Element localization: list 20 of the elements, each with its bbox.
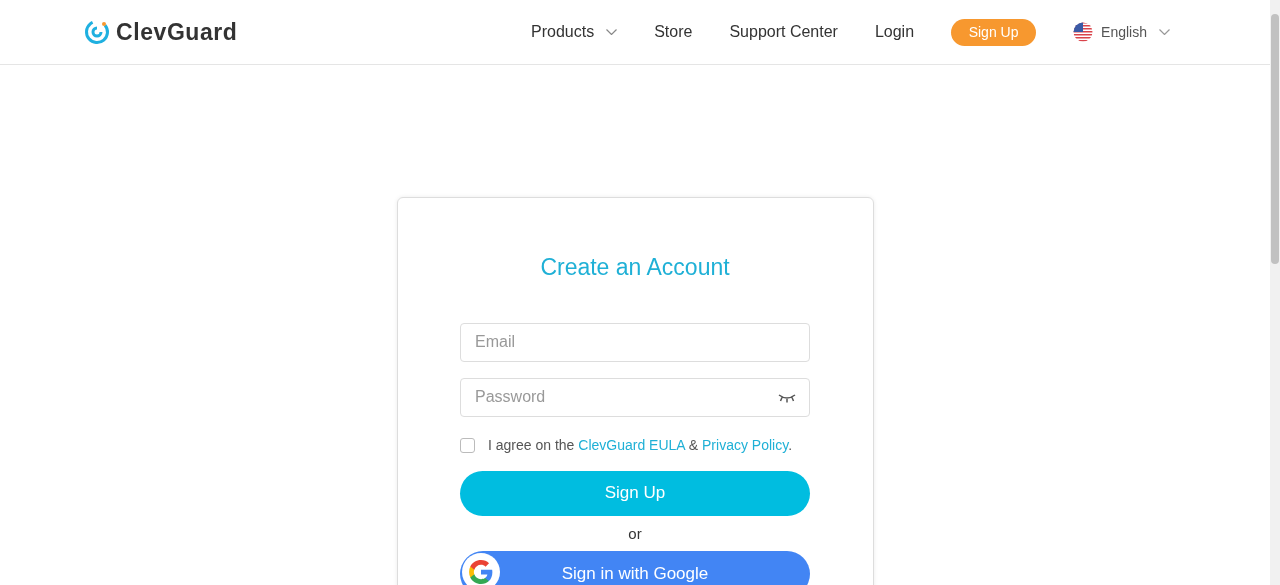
chevron-down-icon [606, 29, 618, 35]
nav-link[interactable]: Support Center [729, 20, 838, 44]
form-title: Create an Account [540, 253, 730, 282]
logo-text[interactable]: ClevGuard [116, 14, 238, 50]
scrollbar[interactable] [1270, 0, 1280, 585]
agreement-text: I agree on the ClevGuard EULA & Privacy Policy. [488, 435, 792, 455]
products-menu[interactable]: Products [531, 20, 618, 44]
google-icon [468, 559, 494, 585]
nav-link[interactable]: Store [654, 20, 693, 44]
agree-checkbox[interactable] [460, 437, 475, 453]
or-divider-text: or [628, 523, 642, 544]
language-selector[interactable]: English [1073, 21, 1170, 43]
chevron-down-icon [1159, 29, 1170, 35]
password-field[interactable]: Password [460, 377, 810, 417]
email-field[interactable]: Email [460, 322, 810, 362]
google-sign-in-button[interactable]: Sign in with Google [460, 551, 810, 585]
logo-icon [84, 19, 110, 45]
nav-link[interactable]: Login [874, 20, 915, 44]
eye-closed-icon[interactable] [778, 392, 796, 403]
flag-icon [1073, 22, 1094, 42]
